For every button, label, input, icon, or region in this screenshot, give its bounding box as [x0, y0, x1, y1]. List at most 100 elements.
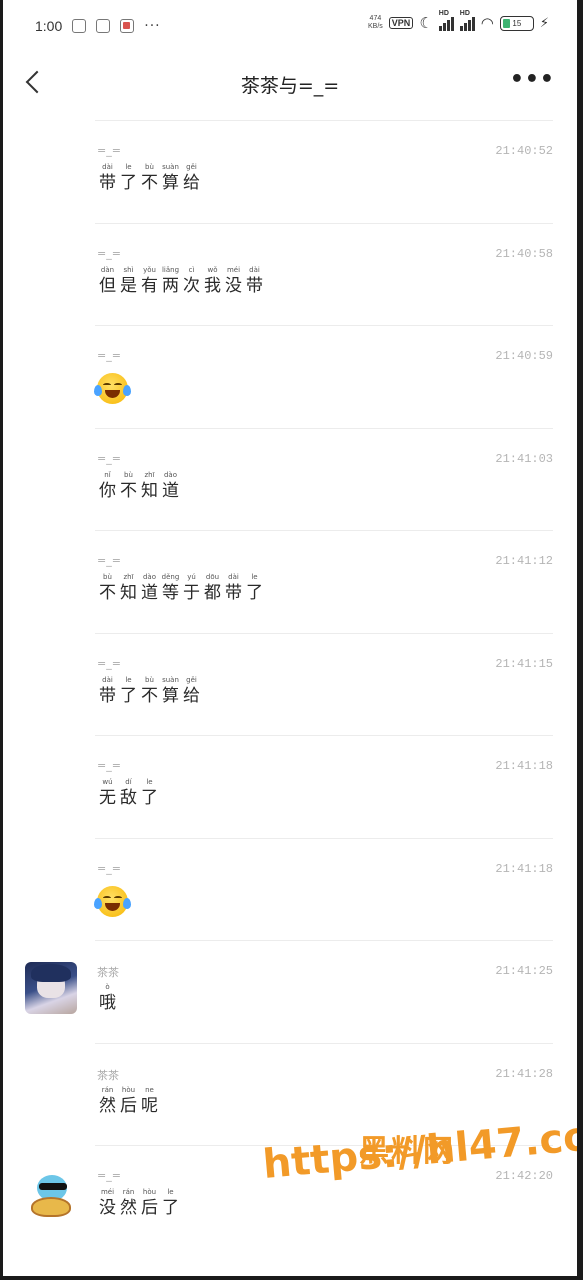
- hanzi-character: 没: [225, 275, 242, 296]
- hanzi-character: 两: [162, 275, 179, 296]
- annotated-character: méi 没: [97, 1187, 118, 1219]
- message-timestamp: 21:41:18: [495, 759, 553, 773]
- message-text: bù 不 zhī 知 dào 道 děng 等 yú 于 dōu 都 dài 带 le 了: [97, 572, 265, 604]
- pinyin-annotation: liǎng: [161, 265, 180, 274]
- pinyin-annotation: le: [146, 778, 153, 786]
- message-item[interactable]: =_= 21:40:59: [3, 325, 577, 427]
- hanzi-character: 我: [204, 275, 221, 296]
- annotated-character: bù 不: [139, 675, 160, 707]
- message-sender: =_=: [97, 656, 121, 670]
- pinyin-annotation: shì: [123, 265, 134, 274]
- annotated-character: le 了: [139, 777, 160, 809]
- pinyin-annotation: dài: [249, 265, 260, 274]
- annotated-character: dài 带: [223, 572, 244, 604]
- hanzi-character: 不: [141, 173, 158, 193]
- annotated-character: děng 等: [160, 572, 181, 604]
- message-sender: =_=: [97, 861, 121, 875]
- message-sender: =_=: [97, 451, 121, 465]
- signal-icon: HD: [438, 10, 454, 31]
- hanzi-character: 没: [99, 1198, 116, 1218]
- hanzi-character: 不: [120, 480, 137, 501]
- pinyin-annotation: hòu: [121, 1085, 136, 1094]
- hanzi-character: 不: [99, 583, 116, 603]
- message-timestamp: 21:41:18: [495, 861, 553, 876]
- hanzi-character: 道: [141, 583, 158, 603]
- message-sender: =_=: [97, 1169, 121, 1182]
- hanzi-character: 然: [99, 1095, 116, 1116]
- annotated-character: bù 不: [97, 572, 118, 604]
- hanzi-character: 给: [183, 173, 200, 193]
- annotated-character: gěi 给: [181, 675, 202, 707]
- pinyin-annotation: gěi: [186, 675, 197, 684]
- girl-avatar[interactable]: [25, 962, 77, 1014]
- pinyin-annotation: cì: [188, 265, 195, 274]
- pinyin-annotation: děng: [161, 573, 180, 581]
- message-timestamp: 21:41:15: [495, 656, 553, 671]
- annotated-character: rán 然: [97, 1085, 118, 1117]
- annotated-character: zhī 知: [139, 470, 160, 502]
- hanzi-character: 后: [141, 1198, 158, 1218]
- message-text: méi 没 rán 然 hòu 后 le 了: [97, 1187, 181, 1219]
- annotated-character: ò哦: [97, 982, 118, 1014]
- pinyin-annotation: ne: [145, 1085, 154, 1094]
- hanzi-character: 了: [246, 583, 263, 603]
- message-item[interactable]: =_= 21:41:03 nǐ 你 bù 不 zhī 知 dào 道: [3, 427, 577, 530]
- pinyin-annotation: ò: [105, 983, 110, 991]
- pinyin-annotation: zhī: [144, 470, 155, 479]
- annotated-character: zhī 知: [118, 572, 139, 604]
- pinyin-annotation: yú: [187, 573, 196, 581]
- annotated-character: dào 道: [139, 572, 160, 604]
- message-item[interactable]: =_= 21:40:52 dài 带 le 了 bù 不 suàn 算 gěi 给: [3, 120, 577, 222]
- hanzi-character: 哦: [99, 993, 116, 1013]
- message-sender: =_=: [97, 554, 121, 567]
- hanzi-character: 次: [183, 275, 200, 296]
- pinyin-annotation: dào: [163, 470, 177, 479]
- message-item[interactable]: 茶茶 21:41:25 ò 哦: [3, 940, 577, 1042]
- pinyin-annotation: suàn: [162, 163, 179, 171]
- pinyin-annotation: bù: [145, 163, 154, 171]
- message-divider: [95, 530, 553, 531]
- annotated-character: hòu 后: [118, 1085, 139, 1117]
- annotated-character: dài 带: [97, 162, 118, 194]
- status-time: 1:00: [35, 18, 63, 34]
- annotated-character: ne 呢: [139, 1085, 160, 1117]
- hanzi-character: 有: [141, 275, 158, 296]
- pinyin-annotation: dōu: [205, 573, 220, 581]
- vpn-icon: VPN: [388, 17, 414, 29]
- message-sender: =_=: [97, 246, 121, 260]
- message-item[interactable]: 茶茶 21:41:28 rán 然 hòu 后 ne 呢: [3, 1042, 577, 1145]
- more-notifications-icon: ···: [144, 18, 161, 34]
- message-item[interactable]: =_= 21:41:12 bù 不 zhī 知 dào 道 děng 等 yú 于 dōu 都 dài 带 le…: [3, 530, 577, 632]
- squirtle-avatar[interactable]: [25, 1167, 77, 1219]
- annotated-character: méi 没: [223, 265, 244, 297]
- hanzi-character: 是: [120, 275, 137, 296]
- annotated-character: gěi 给: [181, 162, 202, 194]
- pinyin-annotation: le: [167, 1188, 174, 1196]
- message-divider: [95, 940, 553, 941]
- annotated-character: dōu 都: [202, 572, 223, 604]
- annotated-character: yǒu 有: [139, 265, 160, 297]
- hanzi-character: 了: [162, 1198, 179, 1218]
- message-item[interactable]: =_= 21:42:20 méi 没 rán 然 hòu 后 le 了: [3, 1145, 577, 1247]
- message-item[interactable]: =_= 21:40:58 dàn 但 shì 是 yǒu 有 liǎng 两 cì 次 wǒ 我 méi 没 d…: [3, 222, 577, 325]
- message-item[interactable]: =_= 21:41:15 dài 带 le 了 bù 不 suàn 算 gěi 给: [3, 632, 577, 735]
- chat-header: 茶茶与=_= •••: [3, 55, 577, 111]
- annotated-character: suàn 算: [160, 675, 181, 707]
- message-item[interactable]: =_= 21:41:18: [3, 837, 577, 940]
- hanzi-character: 你: [99, 480, 116, 501]
- pinyin-annotation: bù: [124, 470, 133, 479]
- more-options-button[interactable]: •••: [510, 67, 555, 92]
- pinyin-annotation: gěi: [186, 163, 197, 171]
- message-item[interactable]: =_= 21:41:18 wú 无 dí 敌 le 了: [3, 735, 577, 837]
- annotated-character: rán 然: [118, 1187, 139, 1219]
- pinyin-annotation: bù: [103, 573, 112, 581]
- wifi-icon: ◠: [480, 14, 494, 32]
- message-timestamp: 21:42:20: [495, 1169, 553, 1183]
- annotated-character: le 了: [118, 675, 139, 707]
- hanzi-character: 道: [162, 480, 179, 501]
- network-speed: 474 KB/s: [368, 15, 383, 30]
- notification-icon: [72, 19, 87, 33]
- pinyin-annotation: rán: [101, 1085, 114, 1094]
- rofl-emoji-icon: [94, 885, 131, 917]
- pinyin-annotation: yǒu: [143, 265, 156, 274]
